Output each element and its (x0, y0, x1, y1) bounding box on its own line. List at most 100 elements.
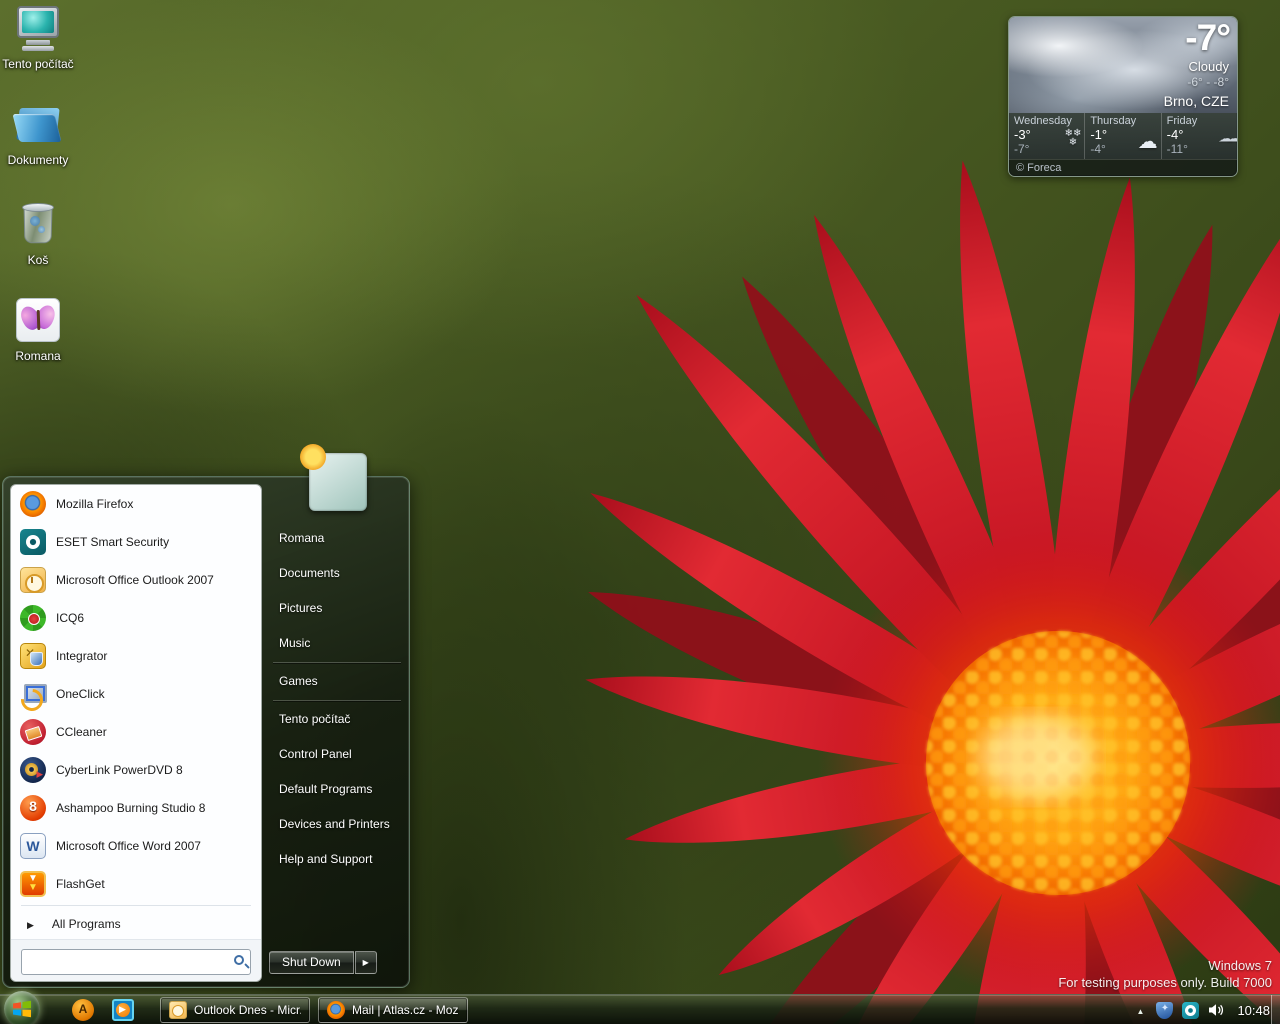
desktop-icon-label: Dokumenty (8, 153, 69, 167)
integrator-icon (20, 643, 46, 669)
user-avatar[interactable] (309, 453, 367, 511)
window-title: Outlook Dnes - Micr... (194, 1003, 301, 1017)
divider (273, 700, 401, 701)
shut-down-options-arrow[interactable] (355, 951, 377, 974)
search-input[interactable] (21, 949, 251, 975)
show-hidden-icons-arrow[interactable] (1133, 1001, 1147, 1019)
taskbar-window-outlook[interactable]: Outlook Dnes - Micr... (160, 997, 310, 1023)
show-desktop-button[interactable] (1271, 995, 1280, 1024)
firefox-icon (327, 1001, 345, 1019)
system-tray: 10:48 (1133, 995, 1270, 1024)
program-label: CCleaner (56, 725, 107, 739)
cloud-icon (1138, 129, 1158, 154)
window-title: Mail | Atlas.cz - Mozi... (352, 1003, 459, 1017)
search-box (21, 949, 251, 975)
ashampoo-icon (20, 795, 46, 821)
start-menu-item-ashampoo-burning-studio-8[interactable]: Ashampoo Burning Studio 8 (11, 789, 261, 827)
program-label: Mozilla Firefox (56, 497, 133, 511)
temperature-range: -6° - -8° (1187, 75, 1229, 89)
start-menu-place-documents[interactable]: Documents (269, 556, 405, 591)
start-menu-item-icq6[interactable]: ICQ6 (11, 599, 261, 637)
outlook-icon (20, 567, 46, 593)
start-menu-place-default-programs[interactable]: Default Programs (269, 772, 405, 807)
program-label: Microsoft Office Word 2007 (56, 839, 201, 853)
weather-attribution: © Foreca (1009, 159, 1237, 177)
start-menu-item-ccleaner[interactable]: CCleaner (11, 713, 261, 751)
forecast-day: Thursday -1° -4° (1084, 113, 1160, 159)
ccleaner-icon (20, 719, 46, 745)
start-menu-place-pictures[interactable]: Pictures (269, 591, 405, 626)
desktop-icon-label: Koš (28, 253, 49, 267)
butterfly-picture-icon (14, 296, 62, 344)
start-menu-place-games[interactable]: Games (269, 664, 405, 699)
build-watermark: Windows 7 For testing purposes only. Bui… (1058, 958, 1272, 992)
security-shield-icon[interactable] (1156, 1002, 1173, 1019)
watermark-line1: Windows 7 (1058, 958, 1272, 975)
start-menu-item-flashget[interactable]: FlashGet (11, 865, 261, 903)
weather-condition: Cloudy (1189, 59, 1229, 74)
program-label: Microsoft Office Outlook 2007 (56, 573, 214, 587)
weather-current: -7° Cloudy -6° - -8° Brno, CZE (1009, 17, 1237, 113)
start-menu-place-music[interactable]: Music (269, 626, 405, 661)
powerdvd-icon (20, 757, 46, 783)
start-menu-item-powerdvd-8[interactable]: CyberLink PowerDVD 8 (11, 751, 261, 789)
firefox-icon (20, 491, 46, 517)
desktop-icon-recycle-bin[interactable]: Koš (0, 200, 76, 269)
start-menu-place-devices-printers[interactable]: Devices and Printers (269, 807, 405, 842)
folder-icon (14, 100, 62, 148)
start-menu-place-computer[interactable]: Tento počítač (269, 702, 405, 737)
start-menu-item-oneclick[interactable]: OneClick (11, 675, 261, 713)
program-label: ESET Smart Security (56, 535, 169, 549)
current-temperature: -7° (1185, 17, 1230, 59)
start-menu-place-romana[interactable]: Romana (269, 521, 405, 556)
expand-arrow-icon (27, 915, 34, 933)
weather-location: Brno, CZE (1164, 93, 1229, 109)
start-menu-search-area (11, 939, 261, 982)
program-label: CyberLink PowerDVD 8 (56, 763, 183, 777)
weather-gadget[interactable]: -7° Cloudy -6° - -8° Brno, CZE Wednesday… (1008, 16, 1238, 177)
desktop-icon-label: Tento počítač (2, 57, 73, 71)
taskbar: Outlook Dnes - Micr... Mail | Atlas.cz -… (0, 994, 1280, 1024)
desktop-icon-documents[interactable]: Dokumenty (0, 100, 76, 169)
taskbar-window-firefox-mail[interactable]: Mail | Atlas.cz - Mozi... (318, 997, 468, 1023)
start-menu-place-control-panel[interactable]: Control Panel (269, 737, 405, 772)
forecast-day: Friday -4° -11° (1161, 113, 1237, 159)
volume-icon[interactable] (1208, 1003, 1224, 1017)
start-menu-item-word-2007[interactable]: Microsoft Office Word 2007 (11, 827, 261, 865)
weather-forecast: Wednesday -3° -7° Thursday -1° -4° Frida… (1009, 113, 1237, 159)
all-programs-button[interactable]: All Programs (11, 908, 261, 939)
program-label: OneClick (56, 687, 105, 701)
eset-tray-icon[interactable] (1182, 1002, 1199, 1019)
shut-down-button[interactable]: Shut Down (269, 951, 354, 974)
forecast-day: Wednesday -3° -7° (1009, 113, 1084, 159)
snowflakes-icon (1065, 129, 1082, 147)
overcast-icon (1218, 133, 1234, 145)
start-button[interactable] (4, 991, 40, 1024)
program-label: ICQ6 (56, 611, 84, 625)
start-menu-places-panel: Romana Documents Pictures Music Games Te… (269, 521, 405, 877)
icq-icon (20, 605, 46, 631)
recycle-bin-icon (14, 200, 62, 248)
desktop-icon-romana[interactable]: Romana (0, 296, 76, 365)
start-menu-item-mozilla-firefox[interactable]: Mozilla Firefox (11, 485, 261, 523)
start-menu-place-help-support[interactable]: Help and Support (269, 842, 405, 877)
program-label: Integrator (56, 649, 107, 663)
start-menu-item-integrator[interactable]: Integrator (11, 637, 261, 675)
word-icon (20, 833, 46, 859)
clock[interactable]: 10:48 (1237, 1003, 1270, 1018)
shutdown-controls: Shut Down (269, 951, 377, 974)
divider (21, 905, 251, 906)
start-menu-item-eset-smart-security[interactable]: ESET Smart Security (11, 523, 261, 561)
quicklaunch-media-play-icon[interactable] (112, 999, 134, 1021)
program-label: FlashGet (56, 877, 105, 891)
all-programs-label: All Programs (52, 917, 121, 931)
flashget-icon (20, 871, 46, 897)
search-icon (234, 955, 244, 965)
watermark-line2: For testing purposes only. Build 7000 (1058, 975, 1272, 992)
forecast-day-name: Wednesday (1014, 115, 1084, 127)
desktop-icon-label: Romana (15, 349, 60, 363)
start-menu-item-outlook-2007[interactable]: Microsoft Office Outlook 2007 (11, 561, 261, 599)
desktop-icon-computer[interactable]: Tento počítač (0, 4, 76, 73)
program-label: Ashampoo Burning Studio 8 (56, 801, 205, 815)
quicklaunch-orange-a-icon[interactable] (72, 999, 94, 1021)
